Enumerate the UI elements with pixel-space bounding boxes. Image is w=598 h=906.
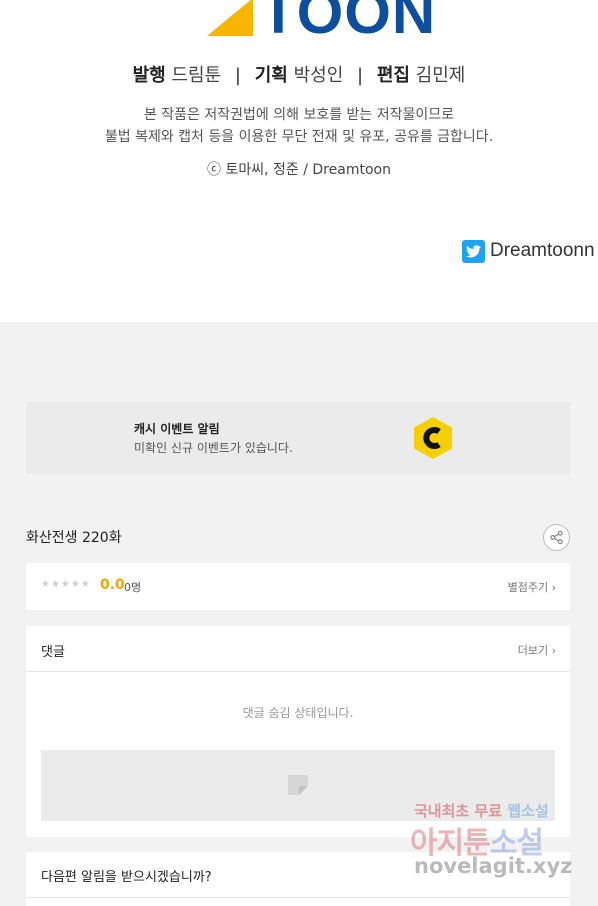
rating-score: 0.0 [100, 577, 125, 593]
rating-stars-icon: ★★★★★ [41, 579, 91, 590]
logo-text: TOON [260, 0, 437, 46]
staff-name-publisher: 드림툰 [171, 65, 222, 86]
staff-role-planning: 기획 [254, 65, 288, 86]
comments-header: 댓글 더보기 › [26, 626, 570, 672]
comments-more-link[interactable]: 더보기 › [518, 642, 556, 658]
episode-title: 화산전생 220화 [26, 530, 122, 546]
staff-role-publisher: 발행 [132, 65, 166, 86]
staff-name-planning: 박성인 [293, 65, 344, 86]
notice-line-1: 본 작품은 저작권법에 의해 보호를 받는 저작물이므로 [143, 107, 455, 123]
next-card-edge [26, 898, 570, 906]
staff-name-editor: 김민제 [415, 65, 466, 86]
staff-role-editor: 편집 [376, 65, 410, 86]
share-button[interactable] [543, 524, 570, 551]
event-subtitle: 미확인 신규 이벤트가 있습니다. [134, 441, 293, 455]
comment-input-box[interactable] [41, 750, 555, 821]
copyright-line: ⓒ 토마씨, 정준 / Dreamtoon [207, 162, 391, 178]
credits-section: TOON 발행 드림툰 | 기획 박성인 | 편집 김민제 본 작품은 저작권법… [0, 0, 598, 322]
comments-title: 댓글 [41, 645, 65, 660]
next-episode-notify-card[interactable]: 다음편 알림을 받으시겠습니까? [26, 852, 570, 898]
coin-icon [411, 415, 455, 461]
staff-credits: 발행 드림툰 | 기획 박성인 | 편집 김민제 [0, 62, 598, 90]
notice-line-2: 불법 복제와 캡처 등을 이용한 무단 전재 및 유포, 공유를 금합니다. [104, 129, 494, 145]
copyright-notice: 본 작품은 저작권법에 의해 보호를 받는 저작물이므로 불법 복제와 캡처 등… [0, 104, 598, 148]
comments-hidden-message: 댓글 숨김 상태입니다. [242, 706, 354, 720]
rate-button[interactable]: 별점주기 › [508, 579, 556, 595]
comment-placeholder-icon [288, 775, 308, 795]
event-title: 캐시 이벤트 알림 [134, 422, 220, 436]
staff-separator: | [357, 65, 364, 86]
comments-card: 댓글 더보기 › 댓글 숨김 상태입니다. [26, 626, 570, 837]
twitter-icon [462, 239, 485, 263]
dreamtoon-logo: TOON [0, 0, 598, 50]
share-icon [550, 530, 563, 545]
rating-count: 0명 [124, 581, 142, 594]
cash-event-banner[interactable]: 캐시 이벤트 알림 미확인 신규 이벤트가 있습니다. [26, 402, 570, 474]
notify-question: 다음편 알림을 받으시겠습니까? [41, 870, 212, 885]
twitter-handle: Dreamtoonn [490, 240, 595, 261]
twitter-link[interactable]: Dreamtoonn [462, 238, 595, 264]
rating-card: ★★★★★ 0.0 0명 별점주기 › [26, 563, 570, 610]
staff-separator: | [234, 65, 241, 86]
logo-triangle-icon [207, 0, 253, 36]
